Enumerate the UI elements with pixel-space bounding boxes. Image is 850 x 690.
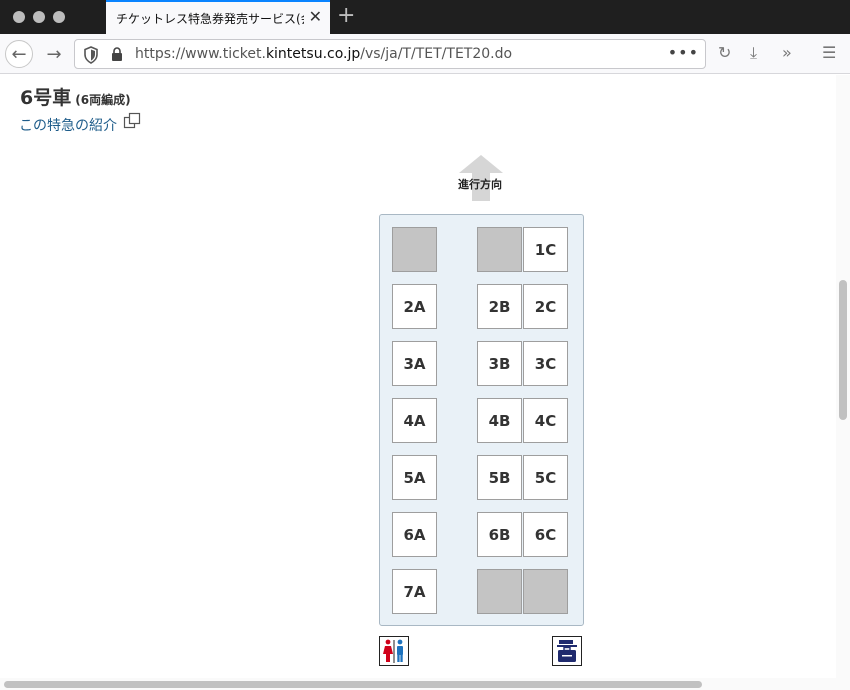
car-seat-map: 1C 2A 2B 2C 3A 3B 3C 4A 4B 4C 5A 5B 5C 6…: [379, 214, 584, 626]
unavailable-seat: [523, 569, 568, 614]
direction-label: 進行方向: [458, 178, 502, 191]
seat-5B[interactable]: 5B: [477, 455, 522, 500]
browser-titlebar: チケットレス特急券発売サービス(会員登録 ✕ +: [0, 0, 850, 34]
seat-3C[interactable]: 3C: [523, 341, 568, 386]
seat-2A[interactable]: 2A: [392, 284, 437, 329]
url-text[interactable]: https://www.ticket.kintetsu.co.jp/vs/ja/…: [135, 46, 512, 62]
browser-toolbar: ← → https://www.ticket.kintetsu.co.jp/vs…: [0, 34, 850, 74]
restroom-icon: [379, 636, 409, 666]
page-actions-icon[interactable]: •••: [668, 43, 699, 62]
forward-arrow-icon[interactable]: →: [40, 40, 68, 68]
lock-icon[interactable]: [111, 47, 123, 62]
close-window-button[interactable]: [13, 11, 25, 23]
seat-4B[interactable]: 4B: [477, 398, 522, 443]
unavailable-seat: [477, 569, 522, 614]
unavailable-seat: [392, 227, 437, 272]
seat-5A[interactable]: 5A: [392, 455, 437, 500]
seat-1C[interactable]: 1C: [523, 227, 568, 272]
seat-3A[interactable]: 3A: [392, 341, 437, 386]
vertical-scrollbar-thumb[interactable]: [839, 280, 847, 420]
seat-5C[interactable]: 5C: [523, 455, 568, 500]
back-arrow-icon[interactable]: ←: [5, 40, 33, 68]
new-tab-icon[interactable]: +: [337, 4, 355, 28]
browser-tab[interactable]: チケットレス特急券発売サービス(会員登録 ✕: [106, 0, 330, 34]
car-title: 6号車 (6両編成): [20, 87, 131, 109]
download-icon[interactable]: ⤓: [750, 43, 757, 63]
seat-6B[interactable]: 6B: [477, 512, 522, 557]
page-content: 6号車 (6両編成) この特急の紹介 進行方向 1C 2A 2B 2C 3A 3B…: [0, 75, 836, 678]
close-tab-icon[interactable]: ✕: [309, 9, 322, 25]
overflow-chevrons-icon[interactable]: »: [782, 43, 792, 62]
seat-4C[interactable]: 4C: [523, 398, 568, 443]
address-bar[interactable]: https://www.ticket.kintetsu.co.jp/vs/ja/…: [74, 39, 706, 69]
express-intro-link[interactable]: この特急の紹介: [19, 115, 117, 135]
horizontal-scrollbar-thumb[interactable]: [4, 681, 702, 688]
zoom-window-button[interactable]: [53, 11, 65, 23]
shield-icon[interactable]: [83, 46, 99, 64]
seat-2B[interactable]: 2B: [477, 284, 522, 329]
seat-2C[interactable]: 2C: [523, 284, 568, 329]
seat-7A[interactable]: 7A: [392, 569, 437, 614]
menu-icon[interactable]: ☰: [822, 43, 836, 62]
seat-3B[interactable]: 3B: [477, 341, 522, 386]
car-subtitle: (6両編成): [75, 93, 131, 107]
tab-title: チケットレス特急券発売サービス(会員登録: [116, 12, 304, 26]
seat-6A[interactable]: 6A: [392, 512, 437, 557]
seat-4A[interactable]: 4A: [392, 398, 437, 443]
luggage-storage-icon: [552, 636, 582, 666]
minimize-window-button[interactable]: [33, 11, 45, 23]
unavailable-seat: [477, 227, 522, 272]
seat-6C[interactable]: 6C: [523, 512, 568, 557]
reload-icon[interactable]: ↻: [718, 43, 731, 62]
external-window-icon[interactable]: [123, 112, 141, 130]
